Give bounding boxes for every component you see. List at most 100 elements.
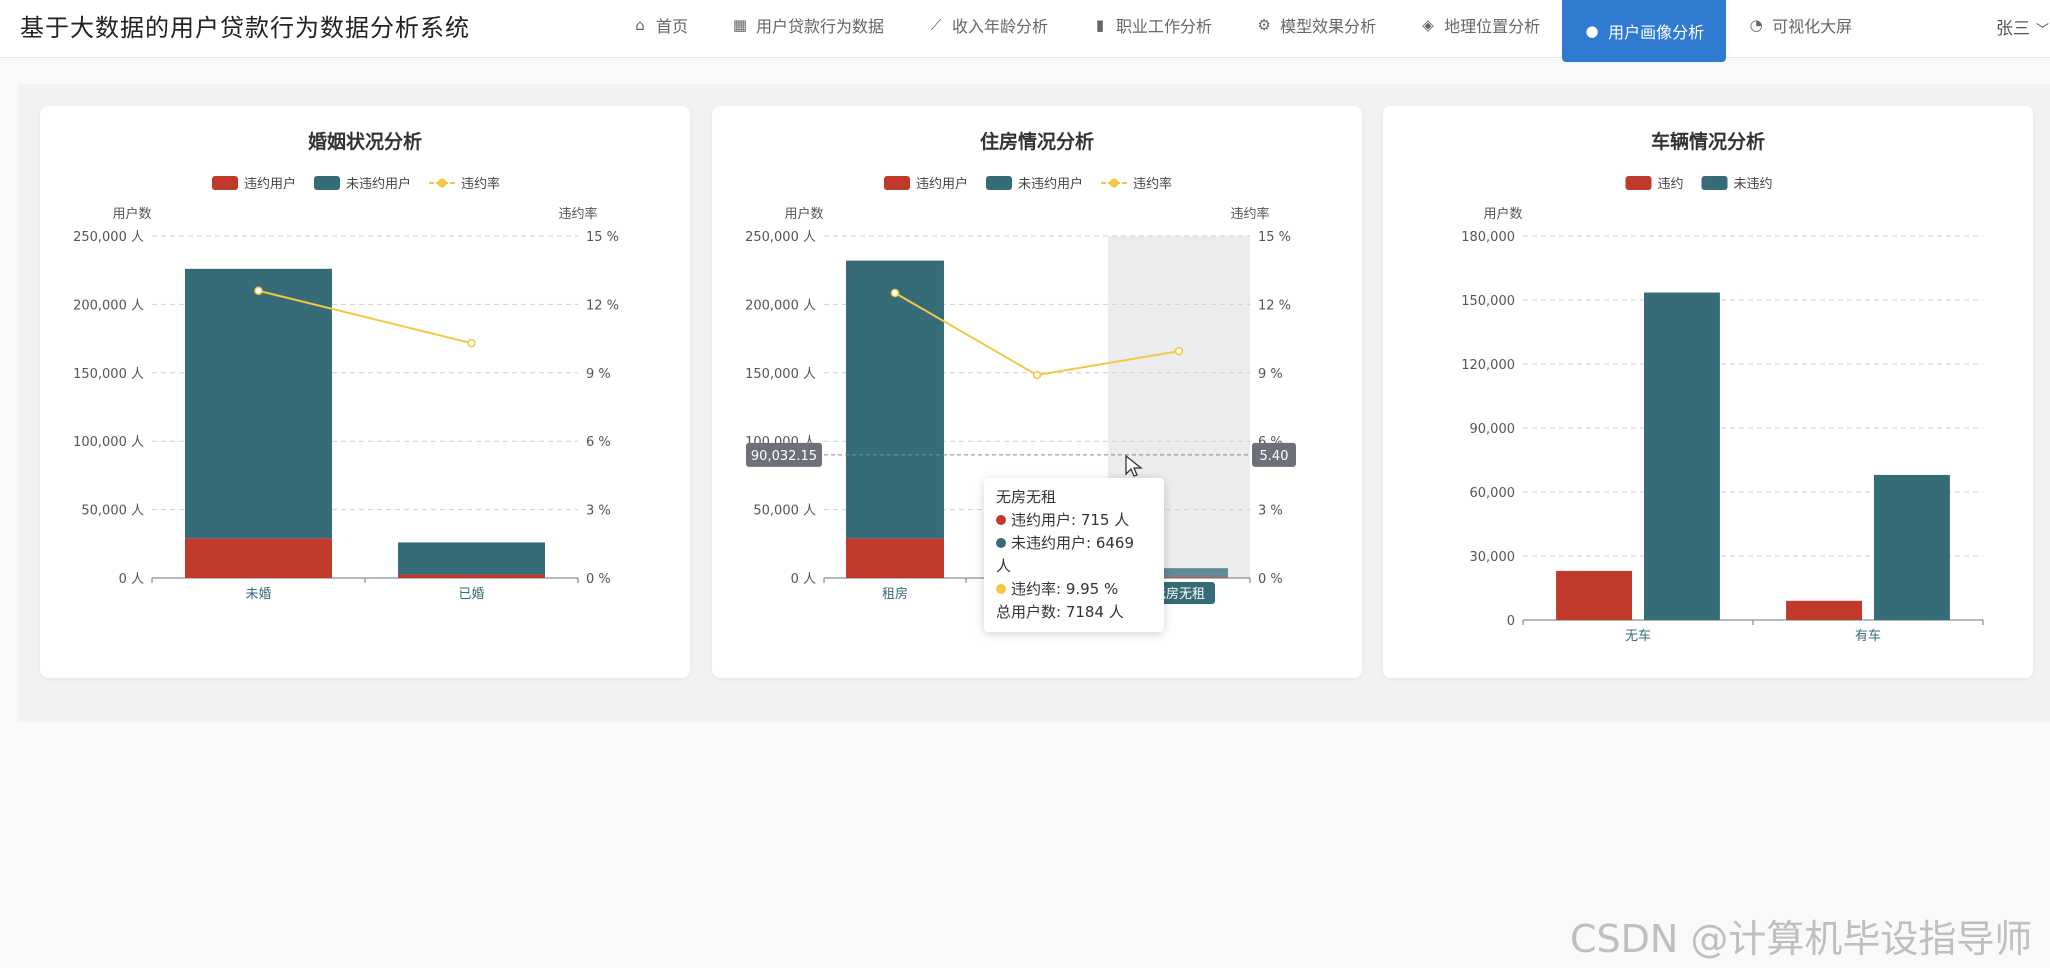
user-menu[interactable]: 张三 ﹀ bbox=[1996, 14, 2049, 39]
bar-default[interactable] bbox=[398, 574, 545, 578]
line-chart-icon: ⟋ bbox=[930, 16, 942, 34]
legend-label[interactable]: 违约率 bbox=[461, 176, 500, 192]
bar-nondefault[interactable] bbox=[1644, 292, 1720, 620]
chart-title: 车辆情况分析 bbox=[1651, 130, 1765, 153]
bar-nondefault[interactable] bbox=[1874, 474, 1950, 620]
y-tick-label: 180,000 bbox=[1461, 230, 1515, 245]
nav-item-label: 职业工作分析 bbox=[1116, 17, 1213, 36]
y-tick-label: 200,000 人 bbox=[73, 298, 144, 313]
nav-item-7[interactable]: ◔ 可视化大屏 bbox=[1726, 0, 1874, 50]
nav-item-4[interactable]: ⚙ 模型效果分析 bbox=[1234, 0, 1398, 50]
y2-axis-name: 违约率 bbox=[558, 206, 597, 222]
bar-nondefault[interactable] bbox=[185, 268, 332, 539]
nav-item-label: 首页 bbox=[656, 17, 689, 36]
y2-tick-label: 9 % bbox=[1258, 367, 1283, 382]
main-nav: ⌂ 首页 ▦ 用户贷款行为数据 ⟋ 收入年龄分析 ▮ 职业工作分析 ⚙ 模型效果分析 ◈ 地理位置分析… bbox=[610, 0, 1874, 66]
nav-item-5[interactable]: ◈ 地理位置分析 bbox=[1398, 0, 1562, 50]
nav-item-label: 收入年龄分析 bbox=[952, 17, 1049, 36]
bar-default[interactable] bbox=[185, 538, 332, 578]
y-tick-label: 0 人 bbox=[119, 572, 144, 587]
legend-label[interactable]: 未违约用户 bbox=[1018, 176, 1083, 192]
y-tick-label: 100,000 人 bbox=[73, 435, 144, 450]
y-tick-label: 60,000 bbox=[1470, 486, 1516, 501]
nav-item-label: 模型效果分析 bbox=[1280, 17, 1377, 36]
bar-default[interactable] bbox=[1556, 570, 1632, 620]
pie-chart-icon: ◔ bbox=[1749, 16, 1763, 34]
tooltip-row-rate: 违约率: 9.95 % bbox=[996, 578, 1152, 601]
y-tick-label: 0 bbox=[1507, 614, 1515, 629]
y-tick-label: 120,000 bbox=[1461, 358, 1515, 373]
nav-item-label: 用户画像分析 bbox=[1608, 23, 1705, 42]
nav-item-label: 用户贷款行为数据 bbox=[756, 17, 885, 36]
mouse-cursor-icon bbox=[1125, 454, 1143, 477]
y2-tick-label: 15 % bbox=[1258, 230, 1291, 245]
legend-swatch bbox=[314, 176, 340, 190]
bar-nondefault[interactable] bbox=[846, 260, 944, 539]
nav-item-3[interactable]: ▮ 职业工作分析 bbox=[1070, 0, 1234, 50]
map-icon: ◈ bbox=[1422, 16, 1434, 34]
y-tick-label: 150,000 bbox=[1461, 294, 1515, 309]
y2-tick-label: 9 % bbox=[586, 367, 611, 382]
table-icon: ▦ bbox=[732, 16, 748, 34]
x-tick-label: 已婚 bbox=[458, 587, 484, 602]
nav-item-label: 可视化大屏 bbox=[1772, 17, 1853, 36]
nondefault-dot-icon bbox=[996, 538, 1006, 548]
legend-rate-marker bbox=[1109, 178, 1119, 188]
x-tick-label: 租房 bbox=[882, 586, 908, 602]
legend-swatch bbox=[1625, 176, 1652, 190]
y-tick-label: 90,000 bbox=[1470, 422, 1516, 437]
y2-tick-label: 0 % bbox=[1258, 572, 1283, 587]
y-axis-name: 用户数 bbox=[112, 206, 151, 222]
legend-label[interactable]: 违约用户 bbox=[244, 176, 296, 192]
nav-item-0[interactable]: ⌂ 首页 bbox=[610, 0, 710, 50]
chevron-down-icon: ﹀ bbox=[2036, 23, 2050, 38]
gears-icon: ⚙ bbox=[1257, 16, 1271, 34]
y-tick-label: 250,000 人 bbox=[745, 230, 816, 245]
rate-point[interactable] bbox=[890, 288, 900, 298]
y-tick-label: 30,000 bbox=[1470, 550, 1516, 565]
y-tick-label: 0 人 bbox=[791, 572, 816, 587]
y-tick-label: 50,000 人 bbox=[753, 504, 816, 519]
legend-swatch bbox=[1701, 176, 1728, 190]
briefcase-icon: ▮ bbox=[1095, 16, 1105, 34]
legend-rate-marker bbox=[437, 178, 447, 188]
tooltip-title: 无房无租 bbox=[996, 488, 1057, 506]
legend-label[interactable]: 违约用户 bbox=[916, 176, 968, 192]
y2-tick-label: 3 % bbox=[586, 504, 611, 519]
y2-tick-label: 12 % bbox=[1258, 298, 1291, 313]
bar-nondefault[interactable] bbox=[398, 542, 545, 575]
vehicle-chart: 车辆情况分析违约 未违约用户数 0 30,000 60,000 90,000 120,000… bbox=[1461, 130, 1984, 644]
chart-tooltip: 无房无租 违约用户: 715 人 未违约用户: 6469 人 违约率: 9.95… bbox=[984, 478, 1164, 632]
tooltip-row-nondefault: 未违约用户: 6469 人 bbox=[996, 534, 1134, 575]
y-tick-label: 200,000 人 bbox=[745, 298, 816, 313]
legend-swatch bbox=[986, 176, 1012, 190]
bar-default[interactable] bbox=[846, 538, 944, 578]
bar-default[interactable] bbox=[1786, 600, 1862, 620]
chart-title: 婚姻状况分析 bbox=[308, 130, 422, 153]
app-title: 基于大数据的用户贷款行为数据分析系统 bbox=[20, 14, 470, 42]
y-axis-name: 用户数 bbox=[1483, 206, 1522, 222]
rate-point[interactable] bbox=[467, 338, 476, 348]
rate-point[interactable] bbox=[1174, 346, 1184, 356]
legend-label[interactable]: 违约率 bbox=[1133, 176, 1172, 192]
default-dot-icon bbox=[996, 515, 1006, 525]
y2-tick-label: 0 % bbox=[586, 572, 611, 587]
crosshair-right-label: 5.40 bbox=[1260, 449, 1289, 464]
y-tick-label: 250,000 人 bbox=[73, 230, 144, 245]
home-icon: ⌂ bbox=[635, 16, 645, 34]
nav-item-2[interactable]: ⟋ 收入年龄分析 bbox=[906, 0, 1070, 50]
rate-point[interactable] bbox=[1032, 370, 1042, 380]
chart-title: 住房情况分析 bbox=[980, 130, 1094, 153]
y2-tick-label: 12 % bbox=[586, 298, 619, 313]
nav-item-1[interactable]: ▦ 用户贷款行为数据 bbox=[710, 0, 906, 50]
nav-item-6[interactable]: ● 用户画像分析 bbox=[1562, 0, 1727, 62]
y2-tick-label: 3 % bbox=[1258, 504, 1283, 519]
legend-label[interactable]: 未违约 bbox=[1734, 177, 1773, 192]
y-tick-label: 150,000 人 bbox=[73, 367, 144, 382]
y-axis-name: 用户数 bbox=[784, 206, 823, 222]
legend-label[interactable]: 违约 bbox=[1658, 177, 1684, 192]
legend-label[interactable]: 未违约用户 bbox=[346, 176, 411, 192]
y-tick-label: 150,000 人 bbox=[745, 367, 816, 382]
rate-point[interactable] bbox=[254, 286, 263, 295]
user-name: 张三 bbox=[1996, 19, 2030, 39]
